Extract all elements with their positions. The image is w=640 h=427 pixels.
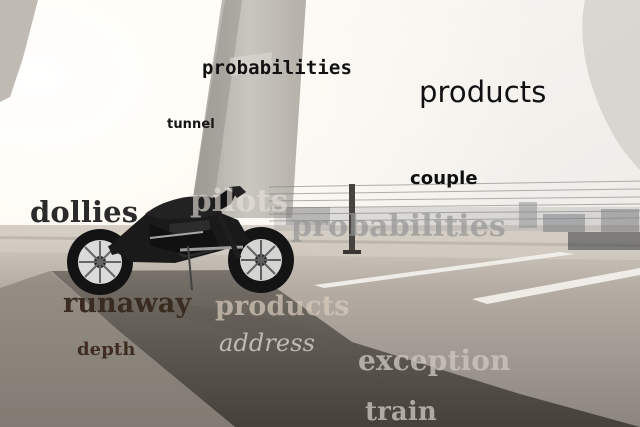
word-exception: exception <box>358 344 511 377</box>
word-train: train <box>365 397 437 427</box>
word-tunnel: tunnel <box>167 117 215 132</box>
word-pilots: pilots <box>190 183 289 219</box>
word-dollies: dollies <box>30 195 139 229</box>
word-runaway: runaway <box>63 288 192 319</box>
word-probabilities-mid: probabilities <box>291 209 506 244</box>
word-couple: couple <box>410 168 478 189</box>
word-address: address <box>219 329 316 357</box>
word-products-mid: products <box>215 291 350 322</box>
word-products-top: products <box>419 75 547 109</box>
word-depth: depth <box>77 339 136 360</box>
word-probabilities-top: probabilities <box>202 57 353 79</box>
